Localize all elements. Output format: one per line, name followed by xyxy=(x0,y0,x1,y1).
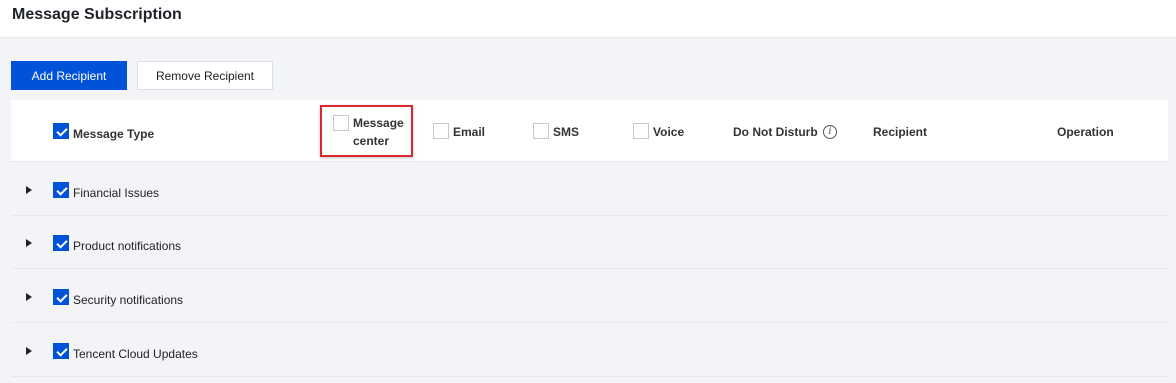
row-label: Financial Issues xyxy=(73,186,160,200)
voice-checkbox[interactable] xyxy=(633,123,649,139)
row-checkbox[interactable] xyxy=(53,289,69,305)
remove-recipient-button[interactable]: Remove Recipient xyxy=(137,61,273,90)
caret-right-icon[interactable] xyxy=(26,239,32,247)
caret-right-icon[interactable] xyxy=(26,347,32,355)
row-checkbox[interactable] xyxy=(53,343,69,359)
page-title: Message Subscription xyxy=(12,6,182,23)
column-operation: Operation xyxy=(1057,125,1114,139)
column-voice: Voice xyxy=(653,125,685,139)
caret-right-icon[interactable] xyxy=(26,186,32,194)
table-header: Message Type Message center Email SMS Vo… xyxy=(11,100,1168,162)
column-do-not-disturb: Do Not Disturb xyxy=(733,125,818,139)
email-checkbox[interactable] xyxy=(433,123,449,139)
column-email: Email xyxy=(453,125,486,139)
header-bar: Message Subscription xyxy=(0,0,1176,38)
table-row: Financial Issues xyxy=(11,163,1168,216)
add-recipient-button[interactable]: Add Recipient xyxy=(11,61,127,90)
row-label: Product notifications xyxy=(73,239,182,253)
table-row: Tencent Cloud Updates xyxy=(11,324,1168,377)
subscription-table: Message Type Message center Email SMS Vo… xyxy=(11,100,1168,377)
info-circle-icon[interactable]: i xyxy=(823,125,837,139)
table-row: Security notifications xyxy=(11,270,1168,323)
row-label: Tencent Cloud Updates xyxy=(73,347,198,361)
table-row: Product notifications xyxy=(11,216,1168,269)
highlight-box xyxy=(320,105,413,157)
select-all-checkbox[interactable] xyxy=(53,123,69,139)
row-checkbox[interactable] xyxy=(53,235,69,251)
caret-right-icon[interactable] xyxy=(26,293,32,301)
sms-checkbox[interactable] xyxy=(533,123,549,139)
column-recipient: Recipient xyxy=(873,125,928,139)
row-checkbox[interactable] xyxy=(53,182,69,198)
row-label: Security notifications xyxy=(73,293,184,307)
column-sms: SMS xyxy=(553,125,580,139)
column-message-type: Message Type xyxy=(73,127,155,141)
